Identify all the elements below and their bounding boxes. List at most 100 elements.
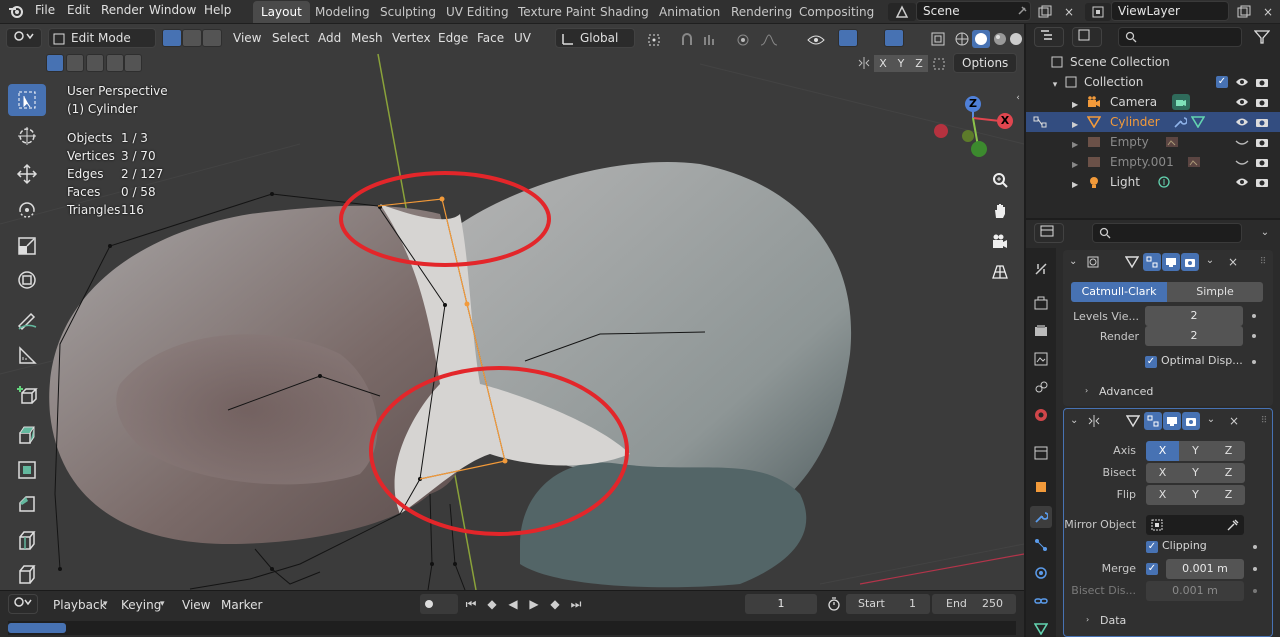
- view-layer-field[interactable]: ViewLayer: [1111, 1, 1229, 21]
- tab-collection-icon[interactable]: [1030, 442, 1052, 464]
- menu-face[interactable]: Face: [477, 28, 504, 48]
- rendered-shading-icon[interactable]: [1008, 31, 1024, 47]
- tab-modifiers-icon[interactable]: [1030, 506, 1052, 528]
- blender-logo-icon[interactable]: [8, 3, 24, 19]
- delete-view-layer-icon[interactable]: ×: [1259, 3, 1277, 21]
- auto-keying-button[interactable]: [420, 594, 458, 614]
- tab-shading[interactable]: Shading: [592, 1, 657, 23]
- remove-modifier-icon[interactable]: ×: [1225, 253, 1241, 271]
- select-difference-button[interactable]: [106, 54, 124, 72]
- camera-restrict-icon[interactable]: [1254, 175, 1270, 189]
- loop-cut-tool[interactable]: [8, 524, 46, 556]
- symmetry-x-button[interactable]: X: [874, 55, 892, 72]
- filter-icon[interactable]: [1250, 28, 1274, 46]
- light-data-icon[interactable]: [1156, 175, 1172, 189]
- animate-bisect-distance-dot[interactable]: [1253, 589, 1257, 593]
- frame-ruler[interactable]: [8, 621, 1016, 635]
- new-scene-icon[interactable]: [1036, 3, 1054, 21]
- tab-modeling[interactable]: Modeling: [307, 1, 378, 23]
- measure-tool[interactable]: [8, 340, 46, 372]
- clipping-checkbox[interactable]: ✓: [1146, 541, 1158, 553]
- playback-menu[interactable]: Playback: [53, 595, 107, 615]
- camera-restrict-icon[interactable]: [1254, 95, 1270, 109]
- rotate-tool[interactable]: [8, 194, 46, 226]
- playhead-indicator[interactable]: [8, 623, 66, 633]
- mesh-data-icon[interactable]: [1190, 115, 1206, 129]
- simple-tab[interactable]: Simple: [1167, 282, 1263, 302]
- tab-rendering[interactable]: Rendering: [723, 1, 800, 23]
- symmetry-y-button[interactable]: Y: [892, 55, 910, 72]
- end-frame-field[interactable]: End 250: [932, 594, 1016, 614]
- axis-y-toggle[interactable]: Y: [1179, 441, 1212, 461]
- render-levels-field[interactable]: 2: [1145, 326, 1243, 346]
- animate-merge-dot[interactable]: [1253, 567, 1257, 571]
- levels-viewport-field[interactable]: 2: [1145, 306, 1243, 326]
- solid-shading-icon[interactable]: [972, 30, 990, 48]
- options-dropdown[interactable]: Options: [953, 53, 1017, 73]
- outliner-row-cylinder[interactable]: ▶ Cylinder: [1026, 112, 1280, 132]
- tab-sculpting[interactable]: Sculpting: [372, 1, 444, 23]
- tab-world-icon[interactable]: [1030, 404, 1052, 426]
- select-box-button[interactable]: [46, 54, 64, 72]
- bisect-x-toggle[interactable]: X: [1146, 463, 1179, 483]
- tab-layout[interactable]: Layout: [253, 1, 310, 23]
- eyedropper-icon[interactable]: [1226, 518, 1240, 532]
- view-layer-icon[interactable]: [1085, 3, 1111, 21]
- eye-icon[interactable]: [1234, 115, 1250, 129]
- catmull-clark-tab[interactable]: Catmull-Clark: [1071, 282, 1167, 302]
- tab-texture-paint[interactable]: Texture Paint: [510, 1, 603, 23]
- remove-modifier-icon[interactable]: ×: [1226, 412, 1242, 430]
- modifier-menu-chevron-icon[interactable]: ⌄: [1204, 414, 1218, 425]
- camera-restrict-icon[interactable]: [1254, 75, 1270, 89]
- expand-advanced-icon[interactable]: ›: [1085, 386, 1088, 395]
- camera-view-icon[interactable]: [987, 229, 1013, 255]
- menu-view[interactable]: View: [233, 28, 261, 48]
- properties-options-chevron-icon[interactable]: ⌄: [1258, 225, 1272, 239]
- material-shading-icon[interactable]: [992, 31, 1008, 47]
- select-subtract-button[interactable]: [86, 54, 104, 72]
- play-icon[interactable]: ▶: [525, 596, 543, 612]
- menu-vertex[interactable]: Vertex: [392, 28, 431, 48]
- zoom-icon[interactable]: [987, 167, 1013, 193]
- menu-help[interactable]: Help: [204, 3, 231, 17]
- menu-select[interactable]: Select: [272, 28, 309, 48]
- tab-constraints-icon[interactable]: [1030, 590, 1052, 612]
- menu-edge[interactable]: Edge: [438, 28, 468, 48]
- flip-x-toggle[interactable]: X: [1146, 485, 1179, 505]
- eye-icon[interactable]: [1234, 95, 1250, 109]
- eye-closed-icon[interactable]: [1234, 155, 1250, 169]
- transform-tool[interactable]: [8, 264, 46, 296]
- menu-edit[interactable]: Edit: [67, 3, 90, 17]
- current-frame-field[interactable]: 1: [745, 594, 817, 614]
- collapse-mirror-icon[interactable]: ⌄: [1070, 415, 1078, 426]
- outliner-scene-collection[interactable]: Scene Collection: [1026, 52, 1280, 72]
- perspective-toggle-icon[interactable]: [987, 258, 1013, 284]
- modifier-wrench-icon[interactable]: [1172, 115, 1188, 129]
- optimal-display-checkbox[interactable]: ✓: [1145, 356, 1157, 368]
- snap-target-icon[interactable]: [698, 31, 724, 49]
- merge-checkbox[interactable]: ✓: [1146, 563, 1158, 575]
- cursor-tool[interactable]: [8, 120, 46, 152]
- navigation-gizmo[interactable]: Z X Y: [925, 88, 1015, 168]
- properties-editor-type-select[interactable]: [1034, 223, 1064, 243]
- display-mode-select[interactable]: [1072, 27, 1102, 47]
- timeline-editor-type-select[interactable]: [8, 594, 38, 614]
- animate-levels-dot[interactable]: [1252, 314, 1256, 318]
- render-display-icon[interactable]: [1182, 412, 1200, 430]
- viewport-display-icon[interactable]: [1163, 412, 1181, 430]
- image-data-icon[interactable]: [1186, 155, 1202, 169]
- camera-data-icon[interactable]: [1172, 94, 1190, 110]
- delete-scene-icon[interactable]: ×: [1060, 3, 1078, 21]
- prev-keyframe-icon[interactable]: ◆: [483, 596, 501, 612]
- flip-z-toggle[interactable]: Z: [1212, 485, 1245, 505]
- animate-optimal-dot[interactable]: [1252, 360, 1256, 364]
- wireframe-shading-icon[interactable]: [954, 31, 970, 47]
- tab-particles-icon[interactable]: [1030, 534, 1052, 556]
- select-box-tool[interactable]: [8, 84, 46, 116]
- falloff-icon[interactable]: [756, 31, 782, 49]
- show-overlays-button[interactable]: [884, 29, 904, 47]
- tab-physics-icon[interactable]: [1030, 562, 1052, 584]
- bisect-distance-field[interactable]: 0.001 m: [1146, 581, 1244, 601]
- xray-icon[interactable]: [930, 31, 946, 47]
- jump-end-icon[interactable]: ⏭: [567, 596, 585, 612]
